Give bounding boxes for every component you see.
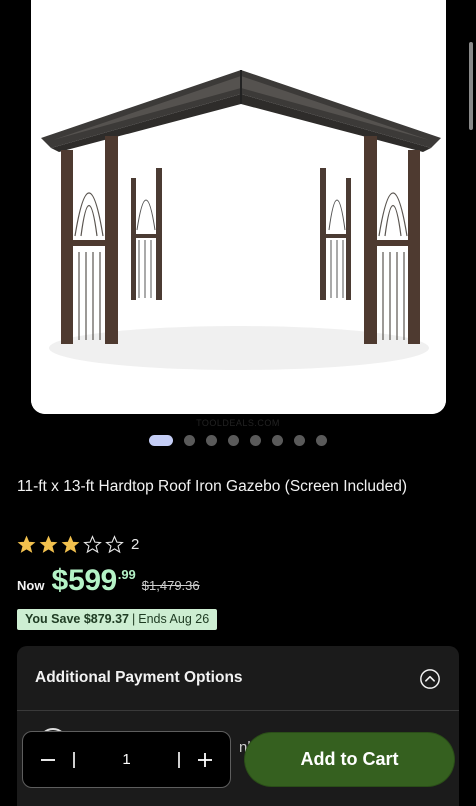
gazebo-illustration (31, 0, 446, 414)
chevron-up-icon[interactable] (419, 668, 441, 690)
quantity-stepper: 1 (22, 731, 231, 788)
carousel-dot[interactable] (149, 435, 173, 446)
deal-end-date: Ends Aug 26 (138, 612, 210, 626)
star-rating[interactable]: 2 (17, 535, 139, 554)
save-amount: You Save $879.37 (25, 612, 130, 626)
payment-options-title[interactable]: Additional Payment Options (35, 669, 243, 687)
currency-symbol: $ (51, 564, 69, 597)
price-cents: .99 (117, 567, 136, 582)
add-to-cart-button[interactable]: Add to Cart (245, 733, 454, 786)
carousel-dot[interactable] (228, 435, 239, 446)
star-filled-icon (39, 535, 58, 553)
carousel-dot[interactable] (184, 435, 195, 446)
carousel-dot[interactable] (316, 435, 327, 446)
product-image[interactable] (31, 0, 446, 414)
carousel-dot[interactable] (272, 435, 283, 446)
price-dollars: 599 (68, 564, 117, 597)
badge-separator: | (132, 612, 136, 626)
decrease-quantity-button[interactable] (23, 732, 73, 787)
price-row: Now $ 599 .99 $1,479.36 (17, 563, 200, 599)
increase-quantity-button[interactable] (180, 732, 230, 787)
star-empty-icon (83, 535, 102, 554)
carousel-indicator (0, 435, 476, 446)
carousel-dot[interactable] (294, 435, 305, 446)
now-label: Now (17, 578, 45, 593)
minus-icon (41, 758, 55, 761)
rating-count[interactable]: 2 (131, 536, 139, 553)
image-watermark: TOOLDEALS.COM (196, 418, 280, 428)
panel-divider (17, 710, 459, 711)
star-filled-icon (17, 535, 36, 553)
savings-badge: You Save $879.37 | Ends Aug 26 (17, 609, 218, 630)
carousel-dot[interactable] (206, 435, 217, 446)
plus-icon (198, 752, 212, 767)
star-empty-icon (105, 535, 124, 554)
page-scrollbar[interactable] (469, 42, 473, 130)
product-title: 11-ft x 13-ft Hardtop Roof Iron Gazebo (… (17, 478, 407, 495)
carousel-dot[interactable] (250, 435, 261, 446)
quantity-value[interactable]: 1 (75, 751, 178, 768)
current-price: $ 599 .99 (51, 563, 135, 599)
was-price: $1,479.36 (141, 578, 200, 593)
star-filled-icon (61, 535, 80, 553)
